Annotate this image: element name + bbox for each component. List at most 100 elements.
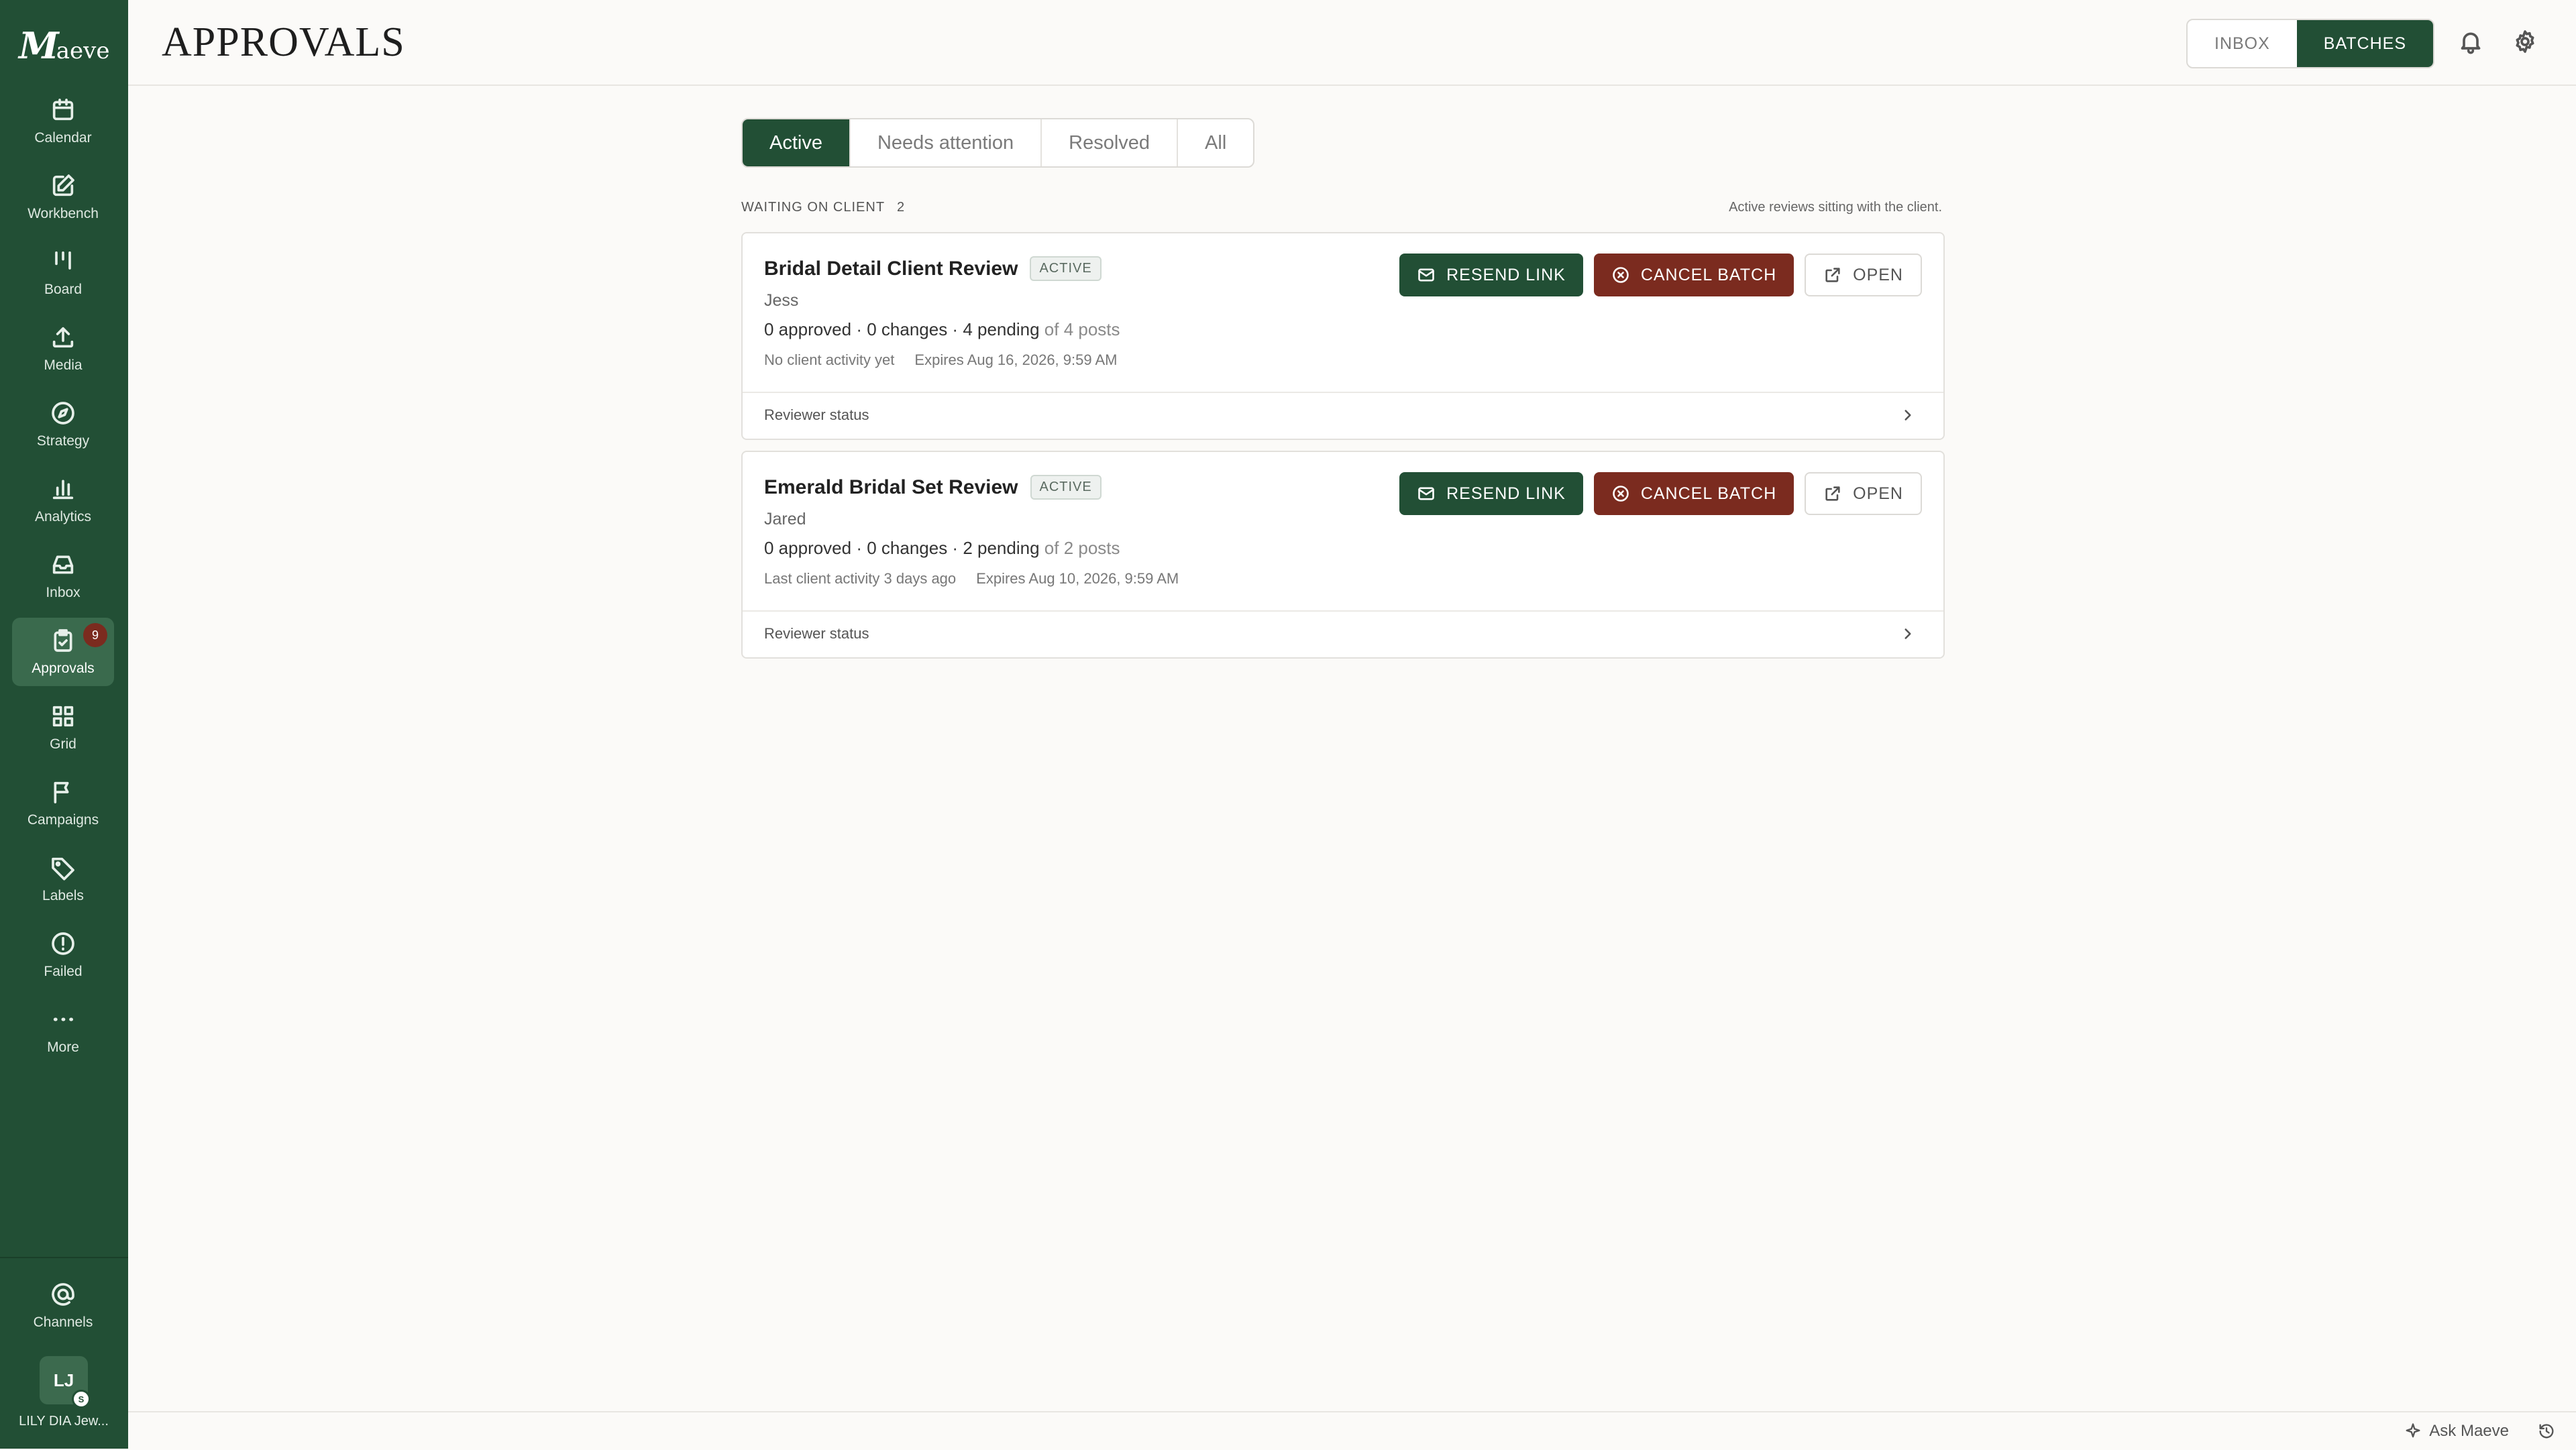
batch-counts: 0 approved · 0 changes · 2 pending of 2 … bbox=[764, 538, 1120, 558]
pending-count: 4 pending bbox=[963, 319, 1040, 339]
sidebar-item-campaigns[interactable]: Campaigns bbox=[12, 769, 114, 838]
board-icon bbox=[55, 251, 71, 270]
ask-maeve-button[interactable]: Ask Maeve bbox=[2404, 1422, 2509, 1441]
reviewer-status-toggle[interactable]: Reviewer status bbox=[743, 610, 1943, 657]
section-label-group: WAITING ON CLIENT 2 bbox=[741, 200, 905, 215]
batch-title-row: Bridal Detail Client Review ACTIVE bbox=[764, 256, 1102, 281]
reviewer-status-label: Reviewer status bbox=[764, 625, 869, 642]
sidebar-item-label: Workbench bbox=[28, 206, 99, 221]
batch-client: Jess bbox=[764, 291, 799, 310]
tab-needs-attention[interactable]: Needs attention bbox=[851, 119, 1042, 166]
open-button[interactable]: OPEN bbox=[1805, 472, 1922, 515]
sidebar-item-strategy[interactable]: Strategy bbox=[12, 390, 114, 459]
open-button[interactable]: OPEN bbox=[1805, 254, 1922, 296]
changes-count: 0 changes bbox=[867, 319, 948, 339]
ask-maeve-label: Ask Maeve bbox=[2429, 1422, 2509, 1440]
grid-icon bbox=[52, 706, 74, 727]
app-logo[interactable]: M aeve bbox=[19, 24, 110, 67]
account-switcher[interactable]: LJ S LILY DIA Jew... bbox=[9, 1356, 118, 1429]
calendar-icon bbox=[52, 99, 74, 121]
notifications-button[interactable] bbox=[2457, 28, 2484, 55]
sidebar-item-label: Media bbox=[44, 357, 83, 373]
sidebar-item-media[interactable]: Media bbox=[12, 315, 114, 383]
history-button[interactable] bbox=[2537, 1422, 2556, 1444]
cancel-batch-button[interactable]: CANCEL BATCH bbox=[1593, 254, 1794, 296]
clipboard-check-icon bbox=[54, 629, 72, 652]
tab-all[interactable]: All bbox=[1178, 119, 1253, 166]
batch-card: Emerald Bridal Set Review ACTIVE Jared 0… bbox=[741, 451, 1945, 659]
settings-button[interactable] bbox=[2512, 28, 2538, 55]
reviewer-status-label: Reviewer status bbox=[764, 406, 869, 423]
alert-circle-icon bbox=[52, 932, 74, 955]
reviewer-status-toggle[interactable]: Reviewer status bbox=[743, 392, 1943, 439]
batch-meta: No client activity yet Expires Aug 16, 20… bbox=[764, 351, 1118, 369]
resend-link-label: RESEND LINK bbox=[1446, 265, 1566, 284]
cancel-batch-button[interactable]: CANCEL BATCH bbox=[1593, 472, 1794, 515]
sidebar-item-failed[interactable]: Failed bbox=[12, 921, 114, 989]
resend-link-button[interactable]: RESEND LINK bbox=[1399, 254, 1583, 296]
chevron-right-icon bbox=[1904, 410, 1911, 421]
sidebar-item-workbench[interactable]: Workbench bbox=[12, 163, 114, 231]
sidebar-divider bbox=[0, 1257, 128, 1258]
sidebar-item-more[interactable]: More bbox=[12, 997, 114, 1065]
batch-card: Bridal Detail Client Review ACTIVE Jess … bbox=[741, 232, 1945, 440]
sidebar: M aeve Calendar Workbench Board Media St… bbox=[0, 0, 128, 1449]
history-icon bbox=[2539, 1424, 2554, 1439]
sidebar-item-board[interactable]: Board bbox=[12, 239, 114, 307]
sidebar-item-channels[interactable]: Channels bbox=[12, 1272, 114, 1340]
batch-actions: RESEND LINK CANCEL BATCH OPEN bbox=[1399, 472, 1922, 515]
sidebar-item-labels[interactable]: Labels bbox=[12, 845, 114, 913]
open-label: OPEN bbox=[1853, 484, 1903, 503]
sidebar-item-calendar[interactable]: Calendar bbox=[12, 87, 114, 156]
bell-icon bbox=[2461, 32, 2481, 54]
status-badge: ACTIVE bbox=[1030, 475, 1102, 500]
avatar-initials: LJ bbox=[53, 1370, 74, 1390]
client-activity: No client activity yet bbox=[764, 351, 895, 368]
sidebar-item-label: Labels bbox=[42, 888, 84, 903]
top-bar: APPROVALS INBOX BATCHES bbox=[128, 0, 2576, 86]
page-title: APPROVALS bbox=[162, 19, 405, 65]
batch-meta: Last client activity 3 days ago Expires A… bbox=[764, 570, 1179, 588]
more-dots-icon bbox=[53, 1017, 73, 1021]
avatar-status-dot: S bbox=[72, 1390, 91, 1408]
cancel-batch-label: CANCEL BATCH bbox=[1640, 265, 1777, 284]
status-badge: ACTIVE bbox=[1030, 256, 1102, 281]
resend-link-button[interactable]: RESEND LINK bbox=[1399, 472, 1583, 515]
batch-actions: RESEND LINK CANCEL BATCH OPEN bbox=[1399, 254, 1922, 296]
pending-count: 2 pending bbox=[963, 538, 1040, 558]
sidebar-item-label: Inbox bbox=[46, 585, 80, 600]
section-hint: Active reviews sitting with the client. bbox=[1729, 200, 1942, 215]
sidebar-item-label: Calendar bbox=[34, 130, 92, 146]
mail-icon bbox=[1418, 268, 1434, 282]
footer-bar: Ask Maeve bbox=[128, 1411, 2576, 1450]
view-toggle: INBOX BATCHES bbox=[2186, 19, 2435, 68]
gear-icon bbox=[2516, 30, 2534, 53]
bar-chart-icon bbox=[52, 480, 74, 500]
section-count: 2 bbox=[897, 200, 906, 215]
view-toggle-inbox[interactable]: INBOX bbox=[2188, 20, 2297, 67]
batch-counts: 0 approved · 0 changes · 4 pending of 4 … bbox=[764, 319, 1120, 339]
logo-mark: M bbox=[19, 24, 59, 67]
sidebar-item-inbox[interactable]: Inbox bbox=[12, 542, 114, 610]
x-circle-icon bbox=[1613, 486, 1629, 502]
changes-count: 0 changes bbox=[867, 538, 948, 558]
posts-total: of 2 posts bbox=[1044, 538, 1120, 558]
sidebar-item-grid[interactable]: Grid bbox=[12, 693, 114, 762]
tab-resolved[interactable]: Resolved bbox=[1042, 119, 1179, 166]
status-tabs: Active Needs attention Resolved All bbox=[741, 118, 1255, 168]
external-link-icon bbox=[1825, 486, 1840, 501]
at-sign-icon bbox=[52, 1283, 74, 1306]
sidebar-item-label: Channels bbox=[33, 1315, 93, 1330]
tab-active[interactable]: Active bbox=[743, 119, 851, 166]
sidebar-item-analytics[interactable]: Analytics bbox=[12, 466, 114, 535]
sidebar-item-approvals[interactable]: Approvals 9 bbox=[12, 618, 114, 686]
batch-title: Bridal Detail Client Review bbox=[764, 257, 1018, 280]
view-toggle-batches[interactable]: BATCHES bbox=[2296, 20, 2434, 67]
mail-icon bbox=[1418, 487, 1434, 500]
avatar[interactable]: LJ S bbox=[40, 1356, 91, 1408]
expiry-date: Expires Aug 16, 2026, 9:59 AM bbox=[914, 351, 1118, 368]
tag-icon bbox=[52, 857, 74, 881]
edit-icon bbox=[52, 174, 74, 197]
account-name: LILY DIA Jew... bbox=[19, 1414, 109, 1429]
posts-total: of 4 posts bbox=[1044, 319, 1120, 339]
